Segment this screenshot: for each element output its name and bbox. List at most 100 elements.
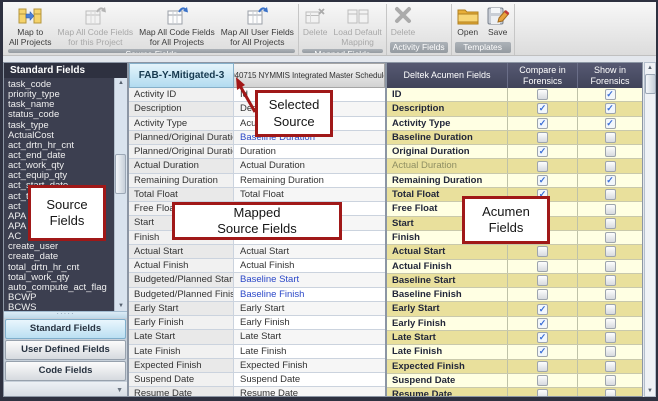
sidebar-field[interactable]: create_user	[8, 242, 113, 252]
show-checkbox[interactable]	[605, 146, 616, 157]
compare-checkbox[interactable]	[537, 304, 548, 315]
selected-source-tab[interactable]: FAB-Y-Mitigated-3	[129, 63, 234, 88]
mapped-field-cell[interactable]: Duration	[234, 145, 385, 158]
source-field-cell[interactable]: Actual Duration	[129, 159, 234, 172]
mapped-field-cell[interactable]: Suspend Date	[234, 373, 385, 386]
mapped-field-cell[interactable]: Baseline Start	[234, 273, 385, 286]
sidebar-field[interactable]: BCWP	[8, 293, 113, 303]
mapped-field-cell[interactable]: Early Finish	[234, 316, 385, 329]
source-field-cell[interactable]: Activity ID	[129, 88, 234, 101]
compare-checkbox[interactable]	[537, 175, 548, 186]
source-field-cell[interactable]: Early Start	[129, 302, 234, 315]
sidebar-field[interactable]: total_drtn_hr_cnt	[8, 263, 113, 273]
save-button[interactable]: Save	[483, 4, 513, 41]
mapped-field-cell[interactable]: Actual Start	[234, 245, 385, 258]
show-checkbox[interactable]	[605, 175, 616, 186]
scrollbar-thumb[interactable]	[115, 154, 126, 194]
show-checkbox[interactable]	[605, 318, 616, 329]
source-field-cell[interactable]: Budgeted/Planned Finish	[129, 288, 234, 301]
show-checkbox[interactable]	[605, 218, 616, 229]
sidebar-field[interactable]: total_work_qty	[8, 273, 113, 283]
source-field-cell[interactable]: Planned/Original Duration	[129, 145, 234, 158]
sidebar-tab-code-fields[interactable]: Code Fields	[5, 361, 126, 381]
compare-checkbox[interactable]	[537, 375, 548, 386]
compare-checkbox[interactable]	[537, 161, 548, 172]
sidebar-field[interactable]: act_work_qty	[8, 161, 113, 171]
show-checkbox[interactable]	[605, 246, 616, 257]
scroll-up-icon[interactable]: ▲	[647, 63, 653, 73]
source-field-cell[interactable]: Late Start	[129, 330, 234, 343]
map-all-code-fields-for-all-projects-button[interactable]: Map All Code Fieldsfor All Projects	[136, 4, 218, 48]
show-checkbox[interactable]	[605, 261, 616, 272]
source-field-cell[interactable]: Activity Type	[129, 117, 234, 130]
show-checkbox[interactable]	[605, 346, 616, 357]
mapped-field-cell[interactable]: Baseline Finish	[234, 288, 385, 301]
sidebar-field[interactable]: create_date	[8, 252, 113, 262]
scrollbar-thumb[interactable]	[645, 74, 656, 94]
scroll-down-icon[interactable]: ▼	[647, 386, 653, 396]
source-field-cell[interactable]: Actual Finish	[129, 259, 234, 272]
mapped-field-cell[interactable]: Expected Finish	[234, 359, 385, 372]
show-checkbox[interactable]	[605, 289, 616, 300]
sidebar-field[interactable]: task_name	[8, 100, 113, 110]
source-field-cell[interactable]: Late Finish	[129, 345, 234, 358]
sidebar-field[interactable]: act_drtn_hr_cnt	[8, 141, 113, 151]
source-field-cell[interactable]: Budgeted/Planned Start	[129, 273, 234, 286]
map-all-user-fields-for-all-projects-button[interactable]: Map All User Fieldsfor All Projects	[218, 4, 297, 48]
show-checkbox[interactable]	[605, 204, 616, 215]
show-checkbox[interactable]	[605, 132, 616, 143]
sidebar-field[interactable]: status_code	[8, 110, 113, 120]
show-checkbox[interactable]	[605, 275, 616, 286]
compare-checkbox[interactable]	[537, 132, 548, 143]
source-field-cell[interactable]: Early Finish	[129, 316, 234, 329]
scroll-up-icon[interactable]: ▲	[118, 78, 124, 88]
show-checkbox[interactable]	[605, 161, 616, 172]
mapped-field-cell[interactable]: Late Start	[234, 330, 385, 343]
source-field-cell[interactable]: Total Float	[129, 188, 234, 201]
compare-checkbox[interactable]	[537, 318, 548, 329]
source-field-cell[interactable]: Resume Date	[129, 387, 234, 396]
source-field-cell[interactable]: Planned/Original Duration	[129, 131, 234, 144]
scroll-down-icon[interactable]: ▼	[118, 301, 124, 311]
show-checkbox[interactable]	[605, 103, 616, 114]
source-field-cell[interactable]: Description	[129, 102, 234, 115]
mapped-field-cell[interactable]: Actual Finish	[234, 259, 385, 272]
acumen-scrollbar[interactable]: ▲ ▼	[644, 62, 656, 397]
compare-checkbox[interactable]	[537, 361, 548, 372]
show-checkbox[interactable]	[605, 375, 616, 386]
sidebar-field[interactable]: act_equip_qty	[8, 171, 113, 181]
map-to-all-projects-button[interactable]: Map toAll Projects	[6, 4, 55, 48]
compare-checkbox[interactable]	[537, 261, 548, 272]
mapped-field-cell[interactable]: Remaining Duration	[234, 174, 385, 187]
sidebar-tab-standard-fields[interactable]: Standard Fields	[5, 319, 126, 339]
compare-checkbox[interactable]	[537, 89, 548, 100]
mapped-field-cell[interactable]: Resume Date	[234, 387, 385, 396]
sidebar-field[interactable]: auto_compute_act_flag	[8, 283, 113, 293]
show-checkbox[interactable]	[605, 232, 616, 243]
compare-checkbox[interactable]	[537, 146, 548, 157]
mapped-field-cell[interactable]: Early Start	[234, 302, 385, 315]
show-checkbox[interactable]	[605, 118, 616, 129]
source-field-cell[interactable]: Suspend Date	[129, 373, 234, 386]
mapped-field-cell[interactable]: Total Float	[234, 188, 385, 201]
sidebar-field[interactable]: task_type	[8, 121, 113, 131]
chevron-down-icon[interactable]: ▼	[116, 387, 123, 394]
source-field-cell[interactable]: Actual Start	[129, 245, 234, 258]
compare-checkbox[interactable]	[537, 332, 548, 343]
compare-checkbox[interactable]	[537, 289, 548, 300]
compare-checkbox[interactable]	[537, 103, 548, 114]
source-field-cell[interactable]: Expected Finish	[129, 359, 234, 372]
sidebar-field[interactable]: task_code	[8, 80, 113, 90]
show-checkbox[interactable]	[605, 304, 616, 315]
show-checkbox[interactable]	[605, 332, 616, 343]
compare-checkbox[interactable]	[537, 275, 548, 286]
sidebar-tab-user-defined-fields[interactable]: User Defined Fields	[5, 340, 126, 360]
compare-checkbox[interactable]	[537, 389, 548, 396]
sidebar-field[interactable]: priority_type	[8, 90, 113, 100]
show-checkbox[interactable]	[605, 361, 616, 372]
compare-checkbox[interactable]	[537, 118, 548, 129]
show-checkbox[interactable]	[605, 389, 616, 396]
sidebar-field[interactable]: act_end_date	[8, 151, 113, 161]
sidebar-field[interactable]: ActualCost	[8, 131, 113, 141]
source-field-cell[interactable]: Remaining Duration	[129, 174, 234, 187]
